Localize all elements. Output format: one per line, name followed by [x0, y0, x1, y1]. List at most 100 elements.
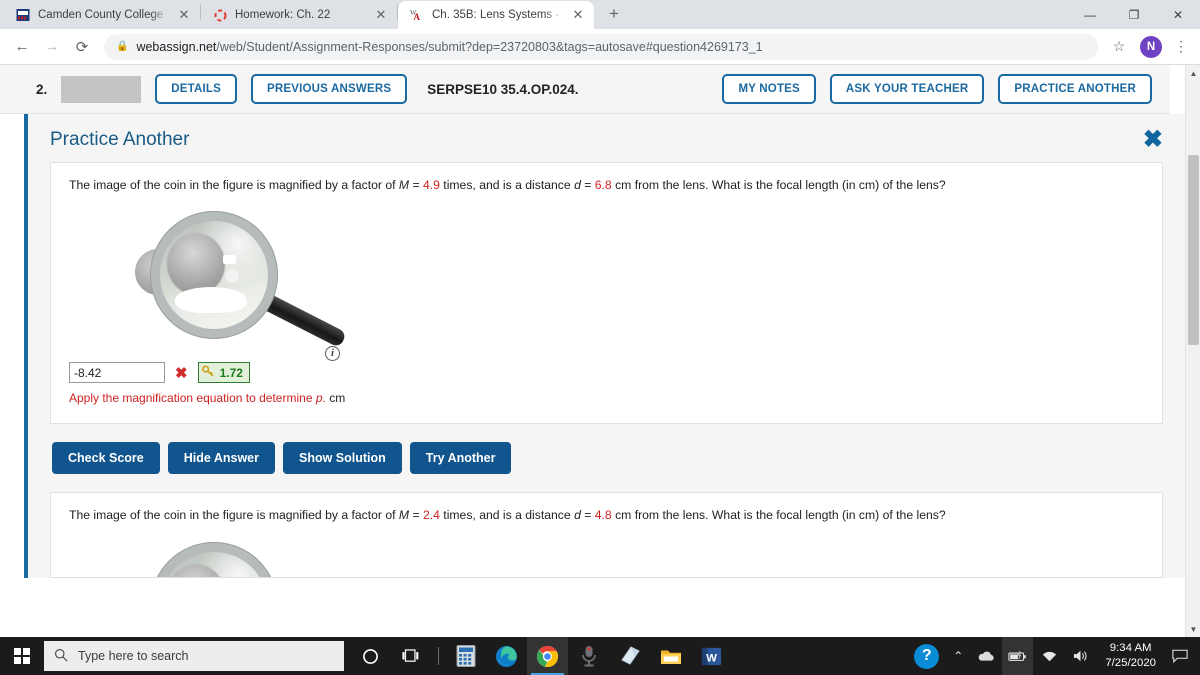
scrollbar-thumb[interactable]	[1188, 155, 1199, 345]
tab-title: Homework: Ch. 22	[235, 9, 331, 21]
correct-answer-value: 1.72	[219, 365, 243, 380]
window-controls: — ❐ ✕	[1068, 0, 1200, 29]
my-notes-button[interactable]: MY NOTES	[722, 74, 816, 104]
page-title: Practice Another	[50, 129, 190, 150]
q2-symbol-M: M	[398, 508, 410, 523]
volume-icon[interactable]	[1066, 637, 1095, 675]
battery-icon[interactable]	[1002, 637, 1034, 675]
q1-text-mid: times, and is a distance	[439, 178, 575, 192]
info-icon[interactable]: i	[325, 346, 340, 362]
action-center-icon[interactable]	[1166, 637, 1194, 675]
question-text-1: The image of the coin in the figure is m…	[69, 177, 1144, 193]
taskbar-clock[interactable]: 9:34 AM 7/25/2020	[1097, 641, 1164, 672]
q2-text-before: The image of the coin in the figure is m…	[69, 508, 399, 523]
browser-menu-icon[interactable]: ⋮	[1170, 36, 1192, 58]
ccc-icon	[15, 7, 31, 23]
q1-symbol-M: M	[398, 178, 410, 192]
q1-eq2: =	[580, 178, 595, 192]
show-hidden-icons-chevron[interactable]: ⌃	[947, 637, 969, 675]
practice-another-button[interactable]: PRACTICE ANOTHER	[998, 74, 1152, 104]
feedback-text: Apply the magnification equation to dete…	[69, 391, 316, 406]
show-solution-button[interactable]: Show Solution	[283, 442, 402, 475]
reload-icon[interactable]: ⟳	[68, 33, 96, 61]
google-chrome-icon[interactable]	[527, 637, 568, 675]
close-icon[interactable]: ✕	[176, 7, 192, 23]
page-scrollbar[interactable]: ▲ ▼	[1185, 65, 1200, 637]
magnifying-glass-over-coin-image	[127, 203, 348, 349]
search-placeholder-text: Type here to search	[78, 649, 189, 663]
question-code: SERPSE10 35.4.OP.024.	[427, 81, 579, 97]
tab-title: Camden County College	[38, 9, 164, 21]
scroll-up-arrow[interactable]: ▲	[1186, 65, 1200, 81]
back-icon[interactable]: ←	[8, 33, 36, 61]
try-another-button[interactable]: Try Another	[409, 442, 512, 475]
answer-input[interactable]	[69, 362, 165, 384]
correct-answer-key-box: 1.72	[197, 362, 250, 384]
hide-answer-button[interactable]: Hide Answer	[167, 442, 275, 475]
windows-taskbar: Type here to search W ? ⌃ 9:34 AM 7/25/2…	[0, 637, 1200, 675]
webassign-page: 2. DETAILS PREVIOUS ANSWERS SERPSE10 35.…	[0, 65, 1185, 579]
incorrect-icon: ✖	[175, 364, 188, 382]
browser-tab-1[interactable]: Camden County College ✕	[4, 1, 200, 29]
forward-icon[interactable]: →	[38, 33, 66, 61]
practice-another-actions: Check Score Hide Answer Show Solution Tr…	[28, 424, 1185, 492]
close-icon[interactable]: ✖	[1143, 128, 1163, 152]
answer-unit: cm	[329, 391, 346, 406]
close-window-button[interactable]: ✕	[1156, 0, 1200, 29]
system-tray: ? ⌃ 9:34 AM 7/25/2020	[908, 637, 1200, 675]
magnifying-glass-over-coin-image-2	[127, 534, 332, 578]
q1-symbol-d: d	[574, 178, 581, 192]
check-score-button[interactable]: Check Score	[52, 442, 160, 475]
wifi-icon[interactable]	[1035, 637, 1064, 675]
cortana-circle-icon[interactable]	[350, 637, 391, 675]
browser-tab-3[interactable]: W A Ch. 35B: Lens Systems - PHY 202 ✕	[398, 1, 594, 29]
url-path: /web/Student/Assignment-Responses/submit…	[216, 39, 763, 54]
q1-value-M: 4.9	[422, 178, 440, 192]
start-button[interactable]	[0, 637, 44, 675]
microsoft-edge-icon[interactable]	[486, 637, 527, 675]
lock-icon: 🔒	[116, 41, 129, 52]
bookmark-star-icon[interactable]: ☆	[1106, 34, 1132, 60]
answer-row: ✖ 1.72	[69, 362, 1144, 384]
voice-recorder-icon[interactable]	[568, 637, 609, 675]
browser-tab-2[interactable]: Homework: Ch. 22 ✕	[201, 1, 397, 29]
svg-text:A: A	[413, 12, 420, 22]
q1-value-d: 6.8	[594, 178, 612, 192]
q2-eq1: =	[409, 508, 423, 523]
q2-value-d: 4.8	[594, 508, 612, 523]
file-explorer-icon[interactable]	[650, 637, 691, 675]
ask-your-teacher-button[interactable]: ASK YOUR TEACHER	[829, 74, 985, 104]
close-icon[interactable]: ✕	[570, 7, 586, 23]
microsoft-word-icon[interactable]: W	[691, 637, 732, 675]
previous-answers-button[interactable]: PREVIOUS ANSWERS	[251, 74, 408, 104]
clock-date: 7/25/2020	[1105, 657, 1156, 669]
help-glyph: ?	[914, 643, 940, 669]
tab-title: Ch. 35B: Lens Systems - PHY 202	[432, 9, 563, 21]
onedrive-cloud-icon[interactable]	[971, 637, 1000, 675]
spinner-icon	[212, 7, 228, 23]
question-number: 2.	[36, 81, 48, 97]
calculator-icon[interactable]	[445, 637, 486, 675]
q2-value-M: 2.4	[422, 508, 440, 523]
question-card-2: The image of the coin in the figure is m…	[50, 492, 1163, 579]
new-tab-button[interactable]: +	[600, 0, 628, 28]
q1-eq1: =	[409, 178, 423, 192]
q2-text-mid: times, and is a distance	[439, 508, 575, 523]
task-view-icon[interactable]	[391, 637, 432, 675]
browser-window: Camden County College ✕ Homework: Ch. 22…	[0, 0, 1200, 637]
scroll-down-arrow[interactable]: ▼	[1186, 621, 1200, 637]
address-bar[interactable]: 🔒 webassign.net/web/Student/Assignment-R…	[104, 33, 1098, 60]
q2-symbol-d: d	[574, 508, 581, 523]
clock-time: 9:34 AM	[1109, 641, 1152, 654]
help-icon[interactable]: ?	[908, 637, 945, 675]
key-icon	[201, 365, 215, 380]
sticky-notes-icon[interactable]	[609, 637, 650, 675]
taskbar-icons: W	[350, 637, 732, 675]
details-button[interactable]: DETAILS	[155, 74, 238, 104]
close-icon[interactable]: ✕	[373, 7, 389, 23]
profile-avatar[interactable]: N	[1140, 35, 1162, 58]
lens-lower-highlight	[175, 287, 247, 314]
maximize-button[interactable]: ❐	[1112, 0, 1156, 29]
minimize-button[interactable]: —	[1068, 0, 1112, 29]
taskbar-search-box[interactable]: Type here to search	[44, 641, 344, 671]
